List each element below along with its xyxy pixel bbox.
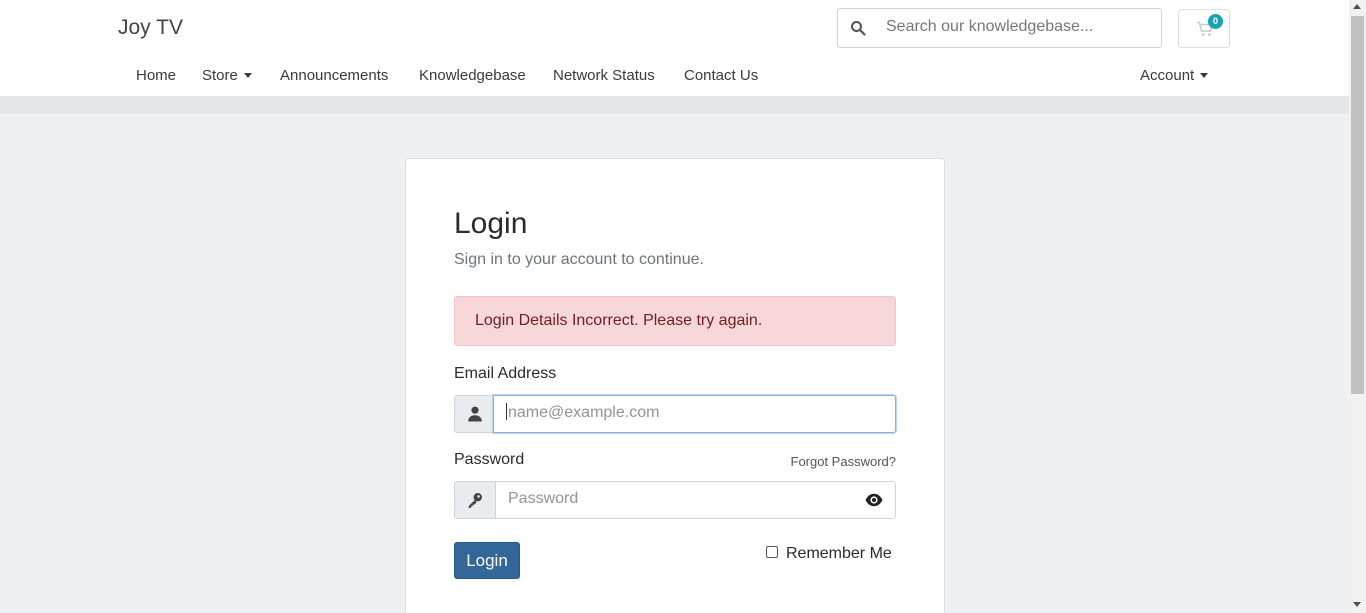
remember-me-checkbox[interactable] — [766, 546, 778, 559]
nav-store[interactable]: Store — [202, 67, 252, 84]
email-placeholder: name@example.com — [508, 404, 660, 421]
email-field[interactable]: name@example.com — [493, 395, 896, 433]
nav-home[interactable]: Home — [136, 67, 176, 84]
search-icon — [851, 21, 866, 36]
nav-network-status[interactable]: Network Status — [553, 67, 655, 84]
remember-me-label: Remember Me — [786, 545, 892, 562]
top-header: Joy TV Search our knowledgebase... 0 Hom… — [0, 0, 1349, 96]
knowledgebase-search[interactable]: Search our knowledgebase... — [837, 8, 1162, 48]
login-card: Login Sign in to your account to continu… — [405, 158, 945, 613]
cart-button[interactable]: 0 — [1178, 9, 1230, 48]
chevron-down-icon — [243, 72, 252, 78]
key-icon — [468, 493, 482, 508]
chevron-down-icon — [1200, 72, 1209, 78]
show-password-eye-icon[interactable] — [865, 493, 883, 507]
nav-account[interactable]: Account — [1140, 67, 1209, 84]
nav-announcements[interactable]: Announcements — [280, 67, 388, 84]
nav-store-label: Store — [202, 67, 238, 84]
error-alert: Login Details Incorrect. Please try agai… — [454, 296, 896, 346]
search-input[interactable]: Search our knowledgebase... — [886, 18, 1093, 36]
password-placeholder: Password — [508, 490, 579, 507]
password-label: Password — [454, 451, 525, 468]
email-addon — [454, 395, 494, 433]
header-divider-stripe — [0, 96, 1349, 114]
vertical-scrollbar[interactable] — [1349, 0, 1366, 613]
login-button[interactable]: Login — [454, 542, 520, 579]
user-icon — [468, 406, 482, 422]
nav-contact-us[interactable]: Contact Us — [684, 67, 758, 84]
page-title: Login — [454, 207, 528, 240]
nav-account-label: Account — [1140, 67, 1195, 84]
email-label: Email Address — [454, 365, 557, 382]
password-input-group: Password — [454, 481, 896, 519]
brand-logo[interactable]: Joy TV — [118, 16, 183, 40]
text-cursor — [506, 403, 507, 421]
page-subtitle: Sign in to your account to continue. — [454, 251, 704, 268]
nav-knowledgebase[interactable]: Knowledgebase — [419, 67, 526, 84]
cart-count-badge: 0 — [1208, 14, 1223, 29]
password-field[interactable]: Password — [495, 481, 896, 519]
password-addon — [454, 481, 496, 519]
forgot-password-link[interactable]: Forgot Password? — [791, 454, 897, 469]
scroll-down-arrow-icon[interactable] — [1353, 602, 1361, 607]
email-input-group: name@example.com — [454, 395, 896, 433]
scrollbar-thumb[interactable] — [1351, 16, 1364, 394]
scroll-up-arrow-icon[interactable] — [1353, 4, 1361, 9]
remember-me[interactable]: Remember Me — [766, 545, 892, 563]
